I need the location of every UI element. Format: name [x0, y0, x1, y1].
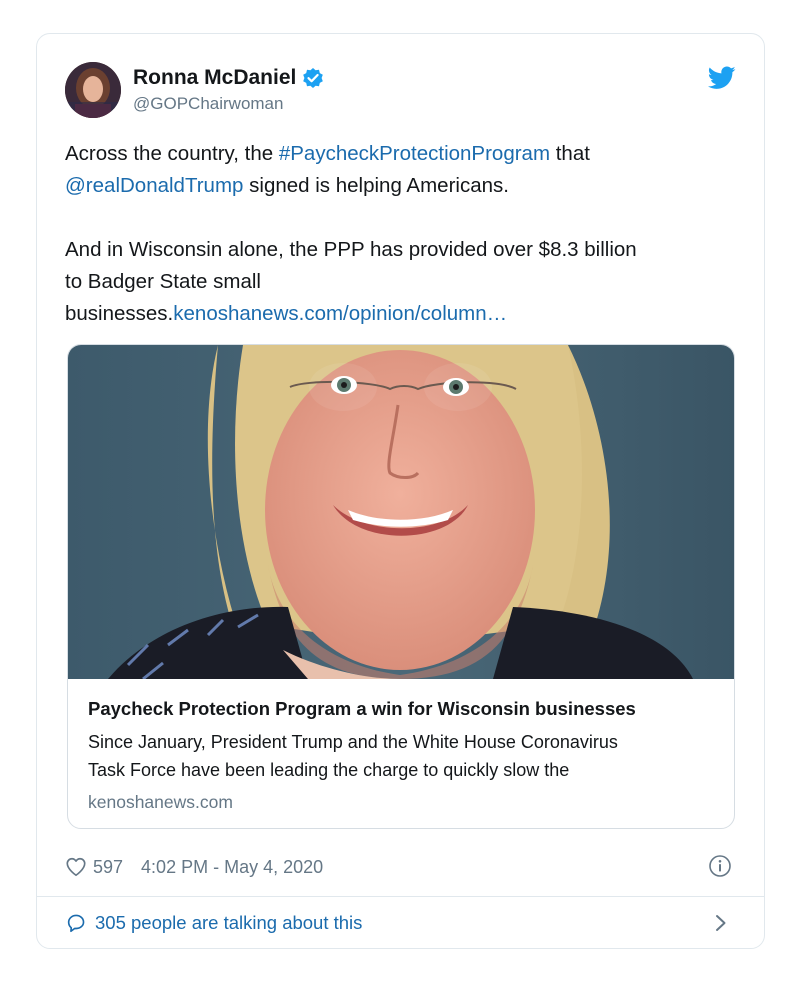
tweet-text-line-2: @realDonaldTrump signed is helping Ameri… — [65, 170, 735, 202]
description-line-1: Since January, President Trump and the W… — [88, 732, 618, 752]
like-count[interactable]: 597 — [93, 857, 123, 878]
tweet-header: Ronna McDaniel @GOPChairwoman — [65, 62, 736, 122]
text-segment: that — [550, 142, 590, 165]
twitter-bird-icon[interactable] — [707, 66, 736, 90]
tweet-text-line-3: And in Wisconsin alone, the PPP has prov… — [65, 238, 637, 261]
display-name[interactable]: Ronna McDaniel — [133, 66, 324, 90]
info-icon[interactable] — [708, 854, 732, 878]
text-segment: signed is helping Americans. — [243, 174, 509, 197]
description-line-2: Task Force have been leading the charge … — [88, 760, 570, 780]
verified-badge-icon — [302, 67, 324, 89]
link-card-body: Paycheck Protection Program a win for Wi… — [88, 697, 714, 813]
text-segment: businesses. — [65, 302, 174, 325]
tweet-timestamp[interactable]: 4:02 PM - May 4, 2020 — [141, 857, 323, 878]
link-card-title[interactable]: Paycheck Protection Program a win for Wi… — [88, 697, 714, 721]
tweet-meta: 597 4:02 PM - May 4, 2020 — [65, 852, 736, 882]
user-handle[interactable]: @GOPChairwoman — [133, 94, 324, 114]
display-name-text[interactable]: Ronna McDaniel — [133, 66, 296, 90]
conversation-count-text[interactable]: 305 people are talking about this — [95, 912, 362, 934]
speech-bubble-icon — [65, 912, 87, 934]
chevron-right-icon[interactable] — [714, 913, 728, 933]
hashtag-link[interactable]: #PaycheckProtectionProgram — [279, 142, 550, 165]
tweet-text-line-4: to Badger State small — [65, 270, 261, 293]
tweet-text: Across the country, the #PaycheckProtect… — [65, 138, 735, 330]
mention-link[interactable]: @realDonaldTrump — [65, 174, 243, 197]
embedded-tweet-card: Ronna McDaniel @GOPChairwoman Across the… — [36, 33, 765, 949]
article-image[interactable] — [68, 345, 734, 679]
heart-icon[interactable] — [65, 856, 87, 878]
link-card-domain: kenoshanews.com — [88, 792, 233, 812]
divider — [37, 896, 764, 897]
conversation-link[interactable]: 305 people are talking about this — [65, 906, 736, 940]
text-segment: Across the country, the — [65, 142, 279, 165]
tweet-text-line-5: businesses.kenoshanews.com/opinion/colum… — [65, 298, 735, 330]
user-info[interactable]: Ronna McDaniel @GOPChairwoman — [133, 66, 324, 114]
article-url-link[interactable]: kenoshanews.com/opinion/column… — [173, 302, 507, 325]
avatar[interactable] — [65, 62, 121, 118]
link-preview-card[interactable]: Paycheck Protection Program a win for Wi… — [67, 344, 735, 829]
link-card-description: Since January, President Trump and the W… — [88, 728, 714, 784]
tweet-text-line-1: Across the country, the #PaycheckProtect… — [65, 138, 735, 170]
